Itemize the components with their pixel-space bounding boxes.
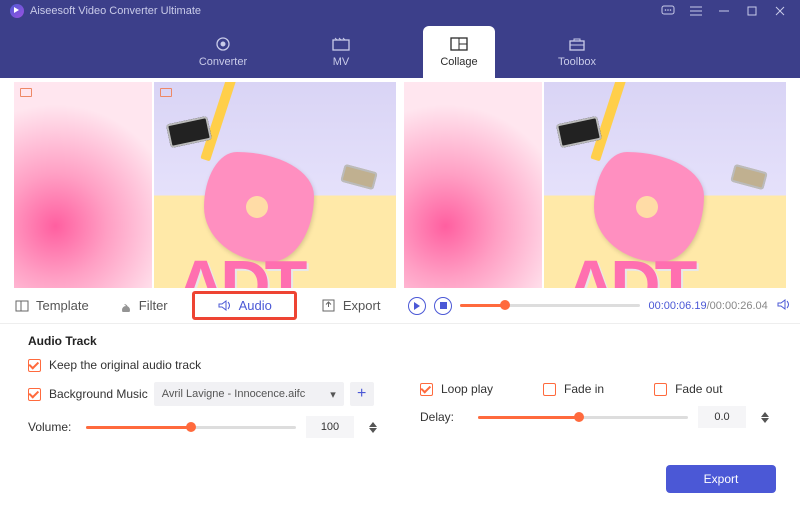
- bg-music-dropdown[interactable]: Avril Lavigne - Innocence.aifc ▾: [154, 382, 344, 406]
- keep-original-row: Keep the original audio track: [28, 358, 772, 372]
- keep-original-label: Keep the original audio track: [49, 358, 201, 372]
- time-total: 00:00:26.04: [710, 300, 768, 312]
- volume-icon[interactable]: [776, 298, 794, 314]
- collage-preview-row: ADT ADT: [0, 78, 800, 288]
- subtab-template[interactable]: Template: [14, 298, 89, 313]
- volume-slider[interactable]: [86, 426, 296, 429]
- delay-value[interactable]: 0.0: [698, 406, 746, 428]
- tab-label: Toolbox: [558, 56, 596, 68]
- tab-converter[interactable]: Converter: [187, 26, 259, 78]
- slot-icon: [160, 88, 172, 97]
- progress-slider[interactable]: [460, 304, 640, 307]
- filter-icon: [117, 299, 133, 313]
- bg-music-checkbox[interactable]: [28, 388, 41, 401]
- minimize-icon[interactable]: [714, 4, 734, 18]
- audio-icon: [217, 299, 233, 313]
- delay-slider[interactable]: [478, 416, 688, 419]
- app-title: Aiseesoft Video Converter Ultimate: [30, 5, 201, 17]
- loop-row: Loop play: [420, 382, 493, 396]
- time-current: 00:00:06.19: [648, 300, 706, 312]
- play-button[interactable]: [408, 297, 426, 315]
- time-display: 00:00:06.19/00:00:26.04: [648, 300, 767, 312]
- subtab-audio[interactable]: Audio: [192, 291, 297, 320]
- main-navbar: Converter MV Collage Toolbox: [0, 22, 800, 78]
- close-icon[interactable]: [770, 4, 790, 18]
- tab-label: MV: [333, 56, 350, 68]
- fadein-label: Fade in: [564, 382, 604, 396]
- export-button[interactable]: Export: [666, 465, 776, 493]
- bg-music-row: Background Music Avril Lavigne - Innocen…: [28, 382, 380, 406]
- volume-row: Volume: 100: [28, 416, 380, 438]
- fadeout-checkbox[interactable]: [654, 383, 667, 396]
- tab-label: Converter: [199, 56, 247, 68]
- tab-toolbox[interactable]: Toolbox: [541, 26, 613, 78]
- tab-label: Collage: [440, 56, 477, 68]
- stop-button[interactable]: [434, 297, 452, 315]
- bg-music-label: Background Music: [49, 387, 148, 401]
- tab-mv[interactable]: MV: [305, 26, 377, 78]
- collage-panel-left[interactable]: ADT: [14, 82, 396, 288]
- mv-icon: [331, 36, 351, 52]
- converter-icon: [213, 36, 233, 52]
- playback-options: Loop play Fade in Fade out: [420, 382, 772, 396]
- collage-icon: [449, 36, 469, 52]
- feedback-icon[interactable]: [658, 4, 678, 18]
- subtab-label: Template: [36, 298, 89, 313]
- loop-label: Loop play: [441, 382, 493, 396]
- toolbox-icon: [567, 36, 587, 52]
- titlebar: Aiseesoft Video Converter Ultimate: [0, 0, 800, 22]
- fadein-row: Fade in: [543, 382, 604, 396]
- footer: Export: [666, 465, 776, 493]
- fadeout-row: Fade out: [654, 382, 722, 396]
- subtab-label: Filter: [139, 298, 168, 313]
- export-icon: [321, 299, 337, 313]
- bg-music-selected: Avril Lavigne - Innocence.aifc: [162, 388, 306, 400]
- volume-value[interactable]: 100: [306, 416, 354, 438]
- slot-icon: [20, 88, 32, 97]
- subtab-export[interactable]: Export: [321, 298, 381, 313]
- delay-label: Delay:: [420, 410, 468, 424]
- volume-stepper[interactable]: [366, 416, 380, 438]
- subtab-label: Audio: [239, 298, 272, 313]
- chevron-down-icon: ▾: [330, 388, 336, 401]
- subtab-filter[interactable]: Filter: [117, 298, 168, 313]
- section-title: Audio Track: [28, 334, 772, 348]
- audio-panel: Audio Track Keep the original audio trac…: [0, 324, 800, 438]
- app-logo-icon: [10, 4, 24, 18]
- fadein-checkbox[interactable]: [543, 383, 556, 396]
- delay-stepper[interactable]: [758, 406, 772, 428]
- template-icon: [14, 299, 30, 313]
- player-bar: 00:00:06.19/00:00:26.04: [408, 297, 793, 315]
- keep-original-checkbox[interactable]: [28, 359, 41, 372]
- add-music-button[interactable]: +: [350, 382, 374, 406]
- collage-subtabs: Template Filter Audio Export 00:00:06.19…: [0, 288, 800, 324]
- volume-label: Volume:: [28, 420, 76, 434]
- menu-icon[interactable]: [686, 4, 706, 18]
- delay-row: Delay: 0.0: [420, 406, 772, 428]
- subtab-label: Export: [343, 298, 381, 313]
- fadeout-label: Fade out: [675, 382, 722, 396]
- loop-checkbox[interactable]: [420, 383, 433, 396]
- maximize-icon[interactable]: [742, 4, 762, 18]
- tab-collage[interactable]: Collage: [423, 26, 495, 78]
- collage-panel-right[interactable]: ADT: [404, 82, 786, 288]
